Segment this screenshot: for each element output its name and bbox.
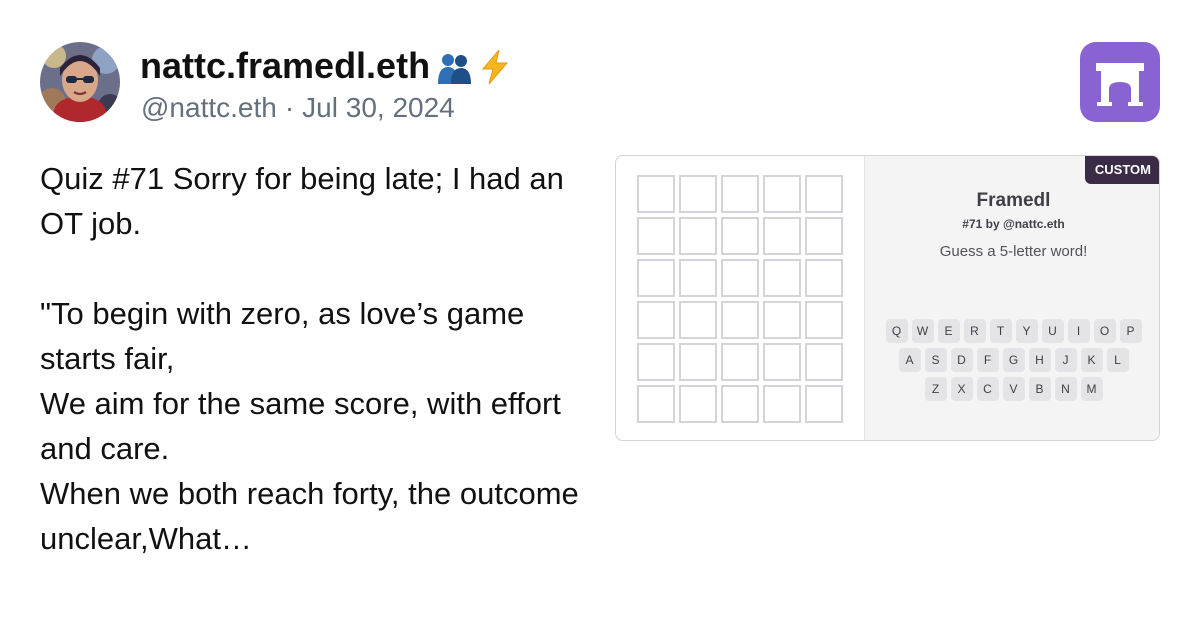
guess-cell [805, 259, 843, 297]
guess-cell [721, 259, 759, 297]
key-h[interactable]: H [1028, 348, 1051, 372]
display-name-text: nattc.framedl.eth [140, 45, 431, 86]
key-n[interactable]: N [1054, 377, 1077, 401]
key-y[interactable]: Y [1015, 319, 1038, 343]
key-k[interactable]: K [1080, 348, 1103, 372]
guess-cell [763, 385, 801, 423]
key-j[interactable]: J [1054, 348, 1077, 372]
guess-cell [805, 385, 843, 423]
key-o[interactable]: O [1093, 319, 1116, 343]
meta-separator: · [284, 92, 295, 123]
key-z[interactable]: Z [924, 377, 947, 401]
guess-cell [637, 343, 675, 381]
guess-cell [721, 343, 759, 381]
keyboard-row: ASDFGHJKL [865, 348, 1159, 372]
guess-cell [763, 217, 801, 255]
guess-cell [637, 385, 675, 423]
key-f[interactable]: F [976, 348, 999, 372]
guess-cell [679, 217, 717, 255]
lightning-icon [480, 48, 510, 96]
key-s[interactable]: S [924, 348, 947, 372]
author-meta: @nattc.eth · Jul 30, 2024 [141, 88, 455, 128]
cast-text: Quiz #71 Sorry for being late; I had an … [40, 161, 579, 556]
key-d[interactable]: D [950, 348, 973, 372]
guess-cell [805, 175, 843, 213]
frame-prompt: Guess a 5-letter word! [939, 243, 1088, 260]
author-handle[interactable]: @nattc.eth [141, 92, 277, 123]
frame-card[interactable]: CUSTOM Framedl #71 by @nattc.eth Guess a… [615, 155, 1160, 441]
key-v[interactable]: V [1002, 377, 1025, 401]
app-logo[interactable] [1080, 42, 1160, 122]
guess-cell [763, 259, 801, 297]
guess-cell [763, 343, 801, 381]
guess-cell [721, 175, 759, 213]
guess-cell [679, 175, 717, 213]
custom-badge: CUSTOM [1084, 156, 1159, 184]
guess-cell [679, 259, 717, 297]
guess-cell [637, 301, 675, 339]
key-l[interactable]: L [1106, 348, 1129, 372]
frame-info-panel: CUSTOM Framedl #71 by @nattc.eth Guess a… [864, 156, 1159, 440]
guess-cell [721, 217, 759, 255]
frame-title: Framedl [976, 190, 1051, 211]
key-e[interactable]: E [937, 319, 960, 343]
keyboard-row: ZXCVBNM [865, 377, 1159, 401]
key-i[interactable]: I [1067, 319, 1090, 343]
key-p[interactable]: P [1119, 319, 1142, 343]
key-a[interactable]: A [898, 348, 921, 372]
frame-subtitle: #71 by @nattc.eth [962, 217, 1065, 231]
guess-cell [637, 175, 675, 213]
keyboard: QWERTYUIOP ASDFGHJKL ZXCVBNM [865, 319, 1159, 406]
key-w[interactable]: W [911, 319, 934, 343]
key-b[interactable]: B [1028, 377, 1051, 401]
guess-cell [805, 343, 843, 381]
guess-cell [679, 385, 717, 423]
guess-cell [637, 217, 675, 255]
key-t[interactable]: T [989, 319, 1012, 343]
key-q[interactable]: Q [885, 319, 908, 343]
arch-icon [1096, 63, 1144, 106]
guess-cell [805, 301, 843, 339]
cast-date[interactable]: Jul 30, 2024 [302, 92, 455, 123]
guess-cell [721, 301, 759, 339]
keyboard-row: QWERTYUIOP [865, 319, 1159, 343]
guess-cell [679, 301, 717, 339]
key-x[interactable]: X [950, 377, 973, 401]
key-u[interactable]: U [1041, 319, 1064, 343]
guess-cell [763, 175, 801, 213]
key-m[interactable]: M [1080, 377, 1103, 401]
guess-cell [721, 385, 759, 423]
key-r[interactable]: R [963, 319, 986, 343]
guess-cell [637, 259, 675, 297]
author-avatar[interactable] [40, 42, 120, 122]
guess-cell [679, 343, 717, 381]
key-c[interactable]: C [976, 377, 999, 401]
guess-grid [637, 175, 843, 423]
guess-cell [805, 217, 843, 255]
key-g[interactable]: G [1002, 348, 1025, 372]
guess-cell [763, 301, 801, 339]
